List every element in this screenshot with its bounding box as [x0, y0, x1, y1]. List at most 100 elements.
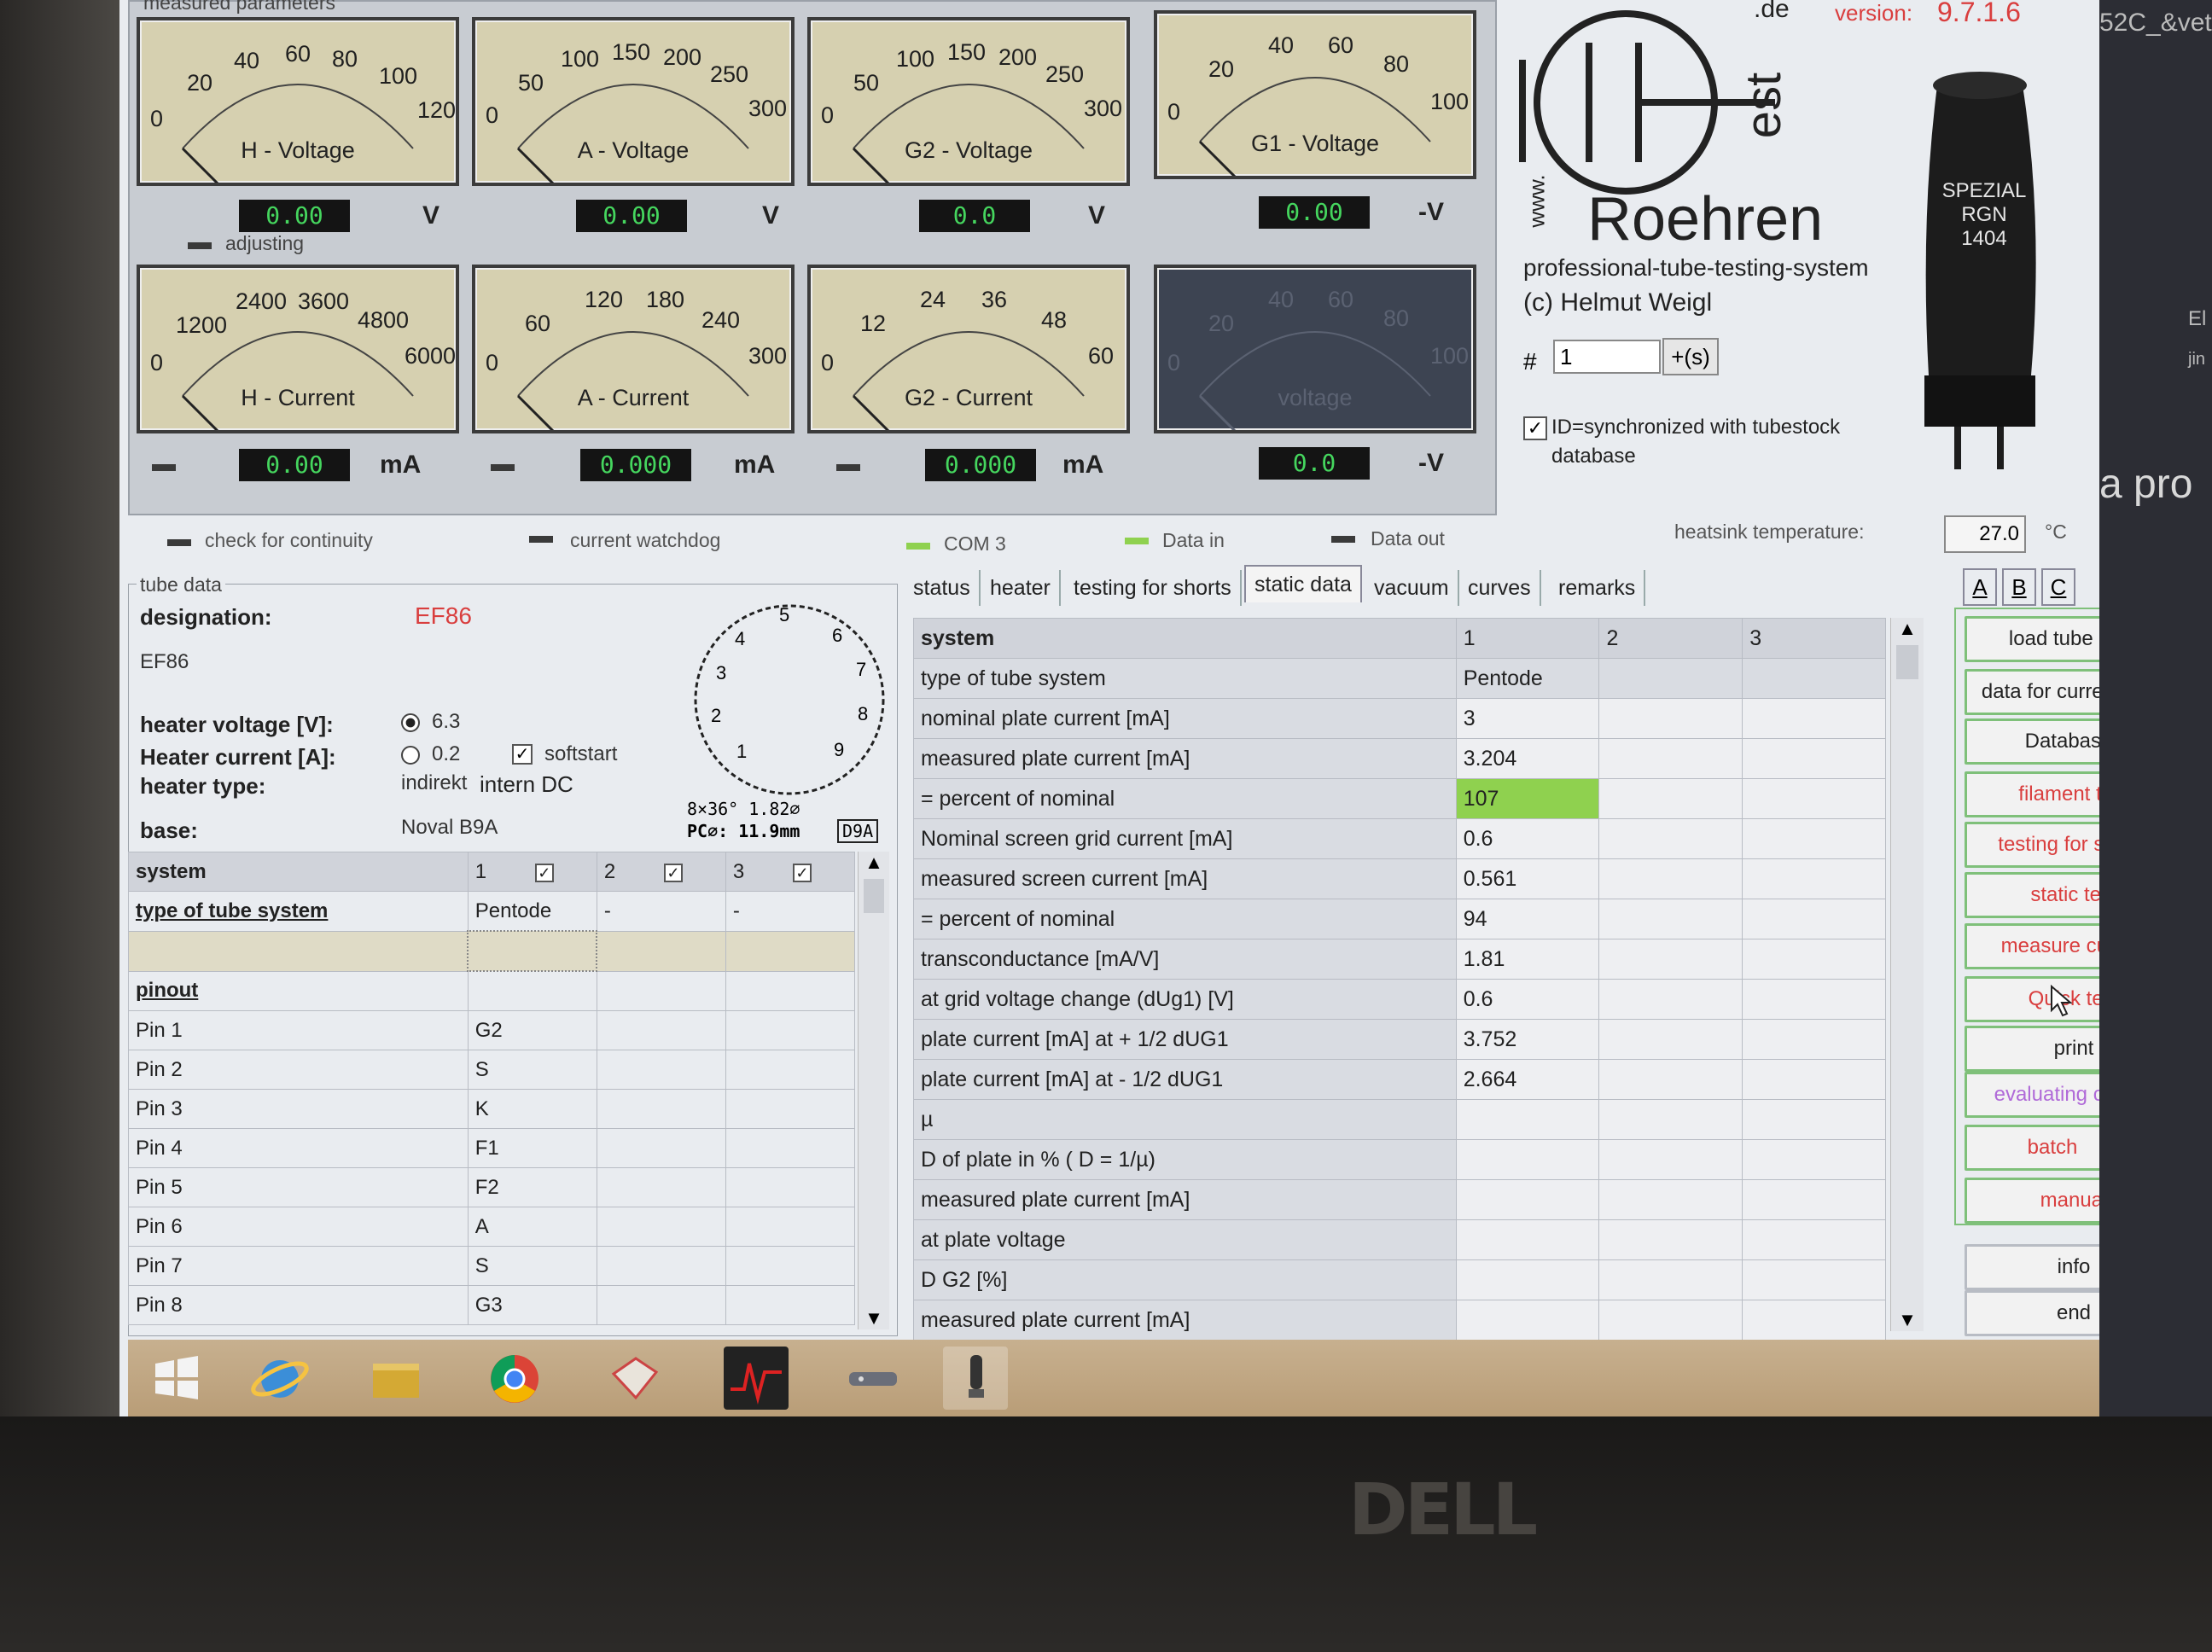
table-row[interactable]: measured plate current [mA] 3.204 [913, 738, 1886, 779]
row-value[interactable] [1455, 1179, 1600, 1220]
row-value[interactable]: 94 [1455, 899, 1600, 939]
type-value-3[interactable]: - [725, 891, 856, 932]
databases-button[interactable]: Databases [1965, 718, 2099, 765]
table-row[interactable]: measured screen current [mA] 0.561 [913, 858, 1886, 899]
heater-current-radio[interactable] [401, 746, 420, 765]
table-row[interactable]: measured plate current [mA] [913, 1179, 1886, 1220]
table-row[interactable]: nominal plate current [mA] 3 [913, 698, 1886, 739]
table-row[interactable]: transconductance [mA/V] 1.81 [913, 939, 1886, 980]
filament-test-button[interactable]: filament test [1965, 771, 2099, 817]
row-value[interactable] [1455, 1259, 1600, 1300]
info-button[interactable]: info [1965, 1244, 2099, 1290]
row-value[interactable]: 0.561 [1455, 858, 1600, 899]
softstart-checkbox[interactable]: ✓ [512, 744, 533, 765]
print-button[interactable]: print [1965, 1026, 2099, 1072]
table-row[interactable]: Pin 6A [128, 1207, 856, 1247]
tab-curves[interactable]: curves [1459, 570, 1541, 606]
system-1-checkbox[interactable]: ✓ [534, 863, 554, 882]
tab-static-data[interactable]: static data [1244, 565, 1362, 602]
system-2-checkbox[interactable]: ✓ [663, 863, 683, 882]
app-cube-icon[interactable] [602, 1347, 667, 1410]
row-value[interactable] [1455, 1099, 1600, 1140]
row-value[interactable]: 1.81 [1455, 939, 1600, 980]
internet-explorer-icon[interactable] [247, 1347, 312, 1410]
tube-tester-app-icon[interactable] [943, 1347, 1008, 1410]
file-explorer-icon[interactable] [363, 1347, 428, 1410]
static-data-scrollbar[interactable]: ▲ ▼ [1890, 618, 1924, 1331]
scroll-down-icon[interactable]: ▼ [859, 1307, 889, 1329]
table-row[interactable]: Pin 4 F1 [128, 1128, 856, 1168]
hardware-icon[interactable] [841, 1347, 905, 1410]
table-row[interactable]: Pin 3K [128, 1089, 856, 1129]
scroll-thumb[interactable] [864, 879, 884, 913]
oscilloscope-icon[interactable] [724, 1347, 789, 1410]
table-row[interactable]: Pin 2S [128, 1050, 856, 1090]
tab-b[interactable]: B [2002, 568, 2036, 606]
manual-button[interactable]: manual [1965, 1178, 2099, 1224]
testing-for-shorts-button[interactable]: testing for shorts [1965, 822, 2099, 868]
table-row[interactable]: type of tube system Pentode - - [128, 891, 856, 932]
row-value[interactable] [1455, 1300, 1600, 1341]
row-value[interactable]: 3.204 [1455, 738, 1600, 779]
type-value-2[interactable]: - [596, 891, 726, 932]
quick-test-button[interactable]: Quick test [1965, 976, 2099, 1022]
pinout-scrollbar[interactable]: ▲ ▼ [858, 852, 889, 1329]
tab-testing-for-shorts[interactable]: testing for shorts [1065, 570, 1242, 606]
heater-voltage-radio[interactable] [401, 713, 420, 732]
tab-remarks[interactable]: remarks [1550, 570, 1646, 606]
table-row[interactable]: at grid voltage change (dUg1) [V] 0.6 [913, 979, 1886, 1020]
table-row[interactable]: = percent of nominal 107 [913, 778, 1886, 819]
counter-plus-button[interactable]: +(s) [1662, 338, 1719, 375]
row-value[interactable]: 2.664 [1455, 1059, 1600, 1100]
table-row[interactable]: Pin 5 F2 [128, 1167, 856, 1207]
load-tube-data-button[interactable]: load tube data [1965, 616, 2099, 662]
counter-input[interactable] [1553, 340, 1661, 374]
empty-cell[interactable] [467, 930, 598, 972]
table-row[interactable]: plate current [mA] at - 1/2 dUG1 2.664 [913, 1059, 1886, 1100]
tab-heater[interactable]: heater [981, 570, 1061, 606]
table-row[interactable]: plate current [mA] at + 1/2 dUG1 3.752 [913, 1019, 1886, 1060]
table-row[interactable]: D of plate in % ( D = 1/µ) [913, 1139, 1886, 1180]
scroll-up-icon[interactable]: ▲ [1891, 618, 1924, 640]
row-value[interactable]: 0.6 [1455, 979, 1600, 1020]
tab-a[interactable]: A [1963, 568, 1997, 606]
table-row[interactable]: Pin 1 G2 [128, 1010, 856, 1050]
row-value[interactable] [1455, 1139, 1600, 1180]
table-row[interactable]: Pin 7S [128, 1246, 856, 1286]
pin-value[interactable]: F2 [467, 1167, 597, 1207]
pin-value[interactable]: A [467, 1207, 597, 1247]
measure-curves-button[interactable]: measure curves [1965, 923, 2099, 969]
table-row[interactable]: Nominal screen grid current [mA] 0.6 [913, 818, 1886, 859]
static-test-button[interactable]: static test [1965, 872, 2099, 918]
pin-value[interactable]: F1 [467, 1128, 597, 1168]
pin-value[interactable]: K [467, 1089, 597, 1129]
scroll-thumb[interactable] [1896, 645, 1918, 679]
row-value[interactable]: 3.752 [1455, 1019, 1600, 1060]
table-row[interactable]: type of tube system Pentode [913, 658, 1886, 699]
row-value-highlight[interactable]: 107 [1455, 778, 1600, 819]
row-value[interactable] [1455, 1219, 1600, 1260]
type-value-1[interactable]: Pentode [467, 891, 597, 932]
row-value[interactable]: 3 [1455, 698, 1600, 739]
data-for-current-tube-button[interactable]: data for current tube [1965, 669, 2099, 715]
table-row[interactable]: D G2 [%] [913, 1259, 1886, 1300]
table-row[interactable]: measured plate current [mA] [913, 1300, 1886, 1341]
chrome-icon[interactable] [482, 1347, 547, 1410]
end-button[interactable]: end [1965, 1290, 2099, 1336]
tab-c[interactable]: C [2041, 568, 2075, 606]
windows-start-icon[interactable] [143, 1347, 208, 1410]
tab-status[interactable]: status [905, 570, 981, 606]
scroll-down-icon[interactable]: ▼ [1891, 1309, 1924, 1331]
table-row[interactable]: µ [913, 1099, 1886, 1140]
table-row[interactable]: Pin 8 G3 [128, 1285, 856, 1325]
table-row[interactable]: = percent of nominal 94 [913, 899, 1886, 939]
table-row[interactable]: at plate voltage [913, 1219, 1886, 1260]
pin-value[interactable]: S [467, 1246, 597, 1286]
tab-vacuum[interactable]: vacuum [1365, 570, 1459, 606]
scroll-up-icon[interactable]: ▲ [859, 852, 889, 874]
pin-value[interactable]: S [467, 1050, 597, 1090]
evaluating-curves-button[interactable]: evaluating curves [1965, 1072, 2099, 1118]
pin-value[interactable]: G3 [467, 1285, 597, 1325]
row-value[interactable]: 0.6 [1455, 818, 1600, 859]
system-3-checkbox[interactable]: ✓ [792, 863, 812, 882]
